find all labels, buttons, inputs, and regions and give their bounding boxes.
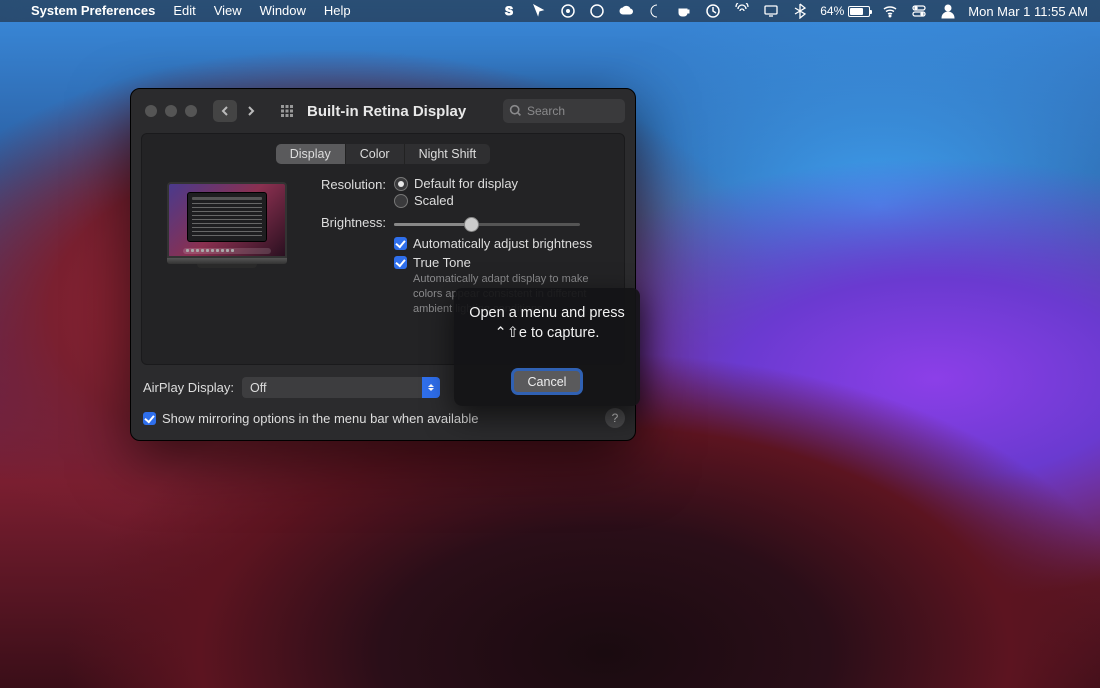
- checkbox-checked-icon: [394, 237, 407, 250]
- display-mirror-icon[interactable]: [762, 0, 780, 22]
- brightness-label: Brightness:: [314, 214, 394, 230]
- traffic-lights: [141, 105, 197, 117]
- circle-icon[interactable]: [588, 0, 606, 22]
- resolution-scaled-label: Scaled: [414, 193, 454, 208]
- menu-bar: System Preferences Edit View Window Help…: [0, 0, 1100, 22]
- menu-edit[interactable]: Edit: [164, 0, 204, 22]
- cloud-icon[interactable]: [617, 0, 635, 22]
- modal-line1: Open a menu and press: [468, 304, 626, 324]
- menubar-clock[interactable]: Mon Mar 1 11:55 AM: [968, 4, 1088, 19]
- auto-brightness-label: Automatically adjust brightness: [413, 236, 592, 251]
- airplay-label: AirPlay Display:: [143, 380, 234, 395]
- resolution-default-radio[interactable]: Default for display: [394, 176, 608, 191]
- crescent-icon[interactable]: [646, 0, 664, 22]
- radio-unchecked-icon: [394, 194, 408, 208]
- forward-button[interactable]: [239, 100, 263, 122]
- modal-line2: ⌃⇧e to capture.: [468, 324, 626, 344]
- show-mirroring-label: Show mirroring options in the menu bar w…: [162, 411, 479, 426]
- wifi-icon[interactable]: [881, 0, 899, 22]
- resolution-label: Resolution:: [314, 176, 394, 192]
- radio-checked-icon: [394, 177, 408, 191]
- airplay-value: Off: [250, 381, 266, 395]
- airplay-icon[interactable]: [733, 0, 751, 22]
- clock-history-icon[interactable]: [704, 0, 722, 22]
- back-button[interactable]: [213, 100, 237, 122]
- menu-help[interactable]: Help: [315, 0, 360, 22]
- checkbox-checked-icon: [143, 412, 156, 425]
- tab-bar: Display Color Night Shift: [276, 144, 491, 164]
- airplay-select[interactable]: Off: [242, 377, 440, 398]
- bluetooth-icon[interactable]: [791, 0, 809, 22]
- close-button[interactable]: [145, 105, 157, 117]
- select-arrows-icon: [422, 377, 440, 398]
- tab-color[interactable]: Color: [346, 144, 405, 164]
- capture-hint-modal: Open a menu and press ⌃⇧e to capture. Ca…: [454, 288, 640, 406]
- resolution-scaled-radio[interactable]: Scaled: [394, 193, 608, 208]
- resolution-default-label: Default for display: [414, 176, 518, 191]
- app-menu[interactable]: System Preferences: [22, 0, 164, 22]
- cancel-button[interactable]: Cancel: [514, 371, 580, 392]
- disk-icon[interactable]: [559, 0, 577, 22]
- true-tone-label: True Tone: [413, 255, 608, 270]
- window-title: Built-in Retina Display: [307, 103, 466, 120]
- show-mirroring-checkbox[interactable]: Show mirroring options in the menu bar w…: [143, 411, 479, 426]
- tab-display[interactable]: Display: [276, 144, 346, 164]
- cursor-icon[interactable]: [530, 0, 548, 22]
- menu-window[interactable]: Window: [251, 0, 315, 22]
- control-center-icon[interactable]: [910, 0, 928, 22]
- search-icon: [509, 104, 522, 117]
- user-icon[interactable]: [939, 0, 957, 22]
- show-all-button[interactable]: [277, 101, 297, 121]
- auto-brightness-checkbox[interactable]: Automatically adjust brightness: [394, 236, 608, 251]
- battery-icon: [848, 6, 870, 17]
- minimize-button[interactable]: [165, 105, 177, 117]
- checkbox-checked-icon: [394, 256, 407, 269]
- zoom-button[interactable]: [185, 105, 197, 117]
- coffee-icon[interactable]: [675, 0, 693, 22]
- tab-night-shift[interactable]: Night Shift: [405, 144, 491, 164]
- brightness-slider[interactable]: [394, 214, 608, 232]
- menu-view[interactable]: View: [205, 0, 251, 22]
- titlebar: Built-in Retina Display: [131, 89, 635, 133]
- letter-s-icon[interactable]: S: [501, 0, 519, 22]
- svg-text:S: S: [505, 4, 513, 18]
- battery-status[interactable]: 64%: [820, 4, 870, 18]
- battery-percent-label: 64%: [820, 4, 844, 18]
- display-thumbnail: [158, 182, 296, 321]
- help-button[interactable]: ?: [605, 408, 625, 428]
